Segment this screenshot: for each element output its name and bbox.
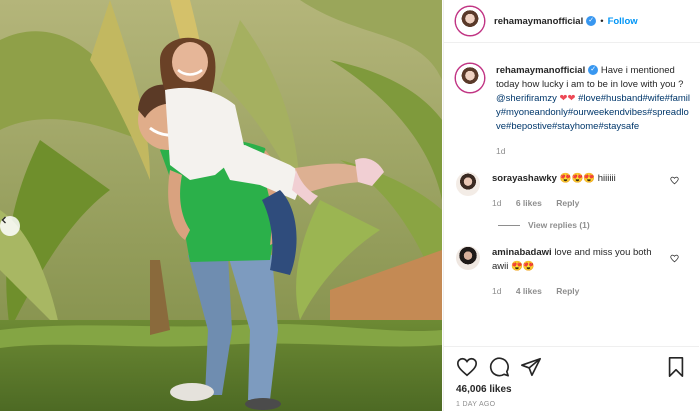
chevron-left-icon	[1, 216, 6, 224]
comment-like-heart-icon[interactable]	[670, 254, 679, 263]
caption-text: rehamaymanofficial ✓ Have i mentioned tod…	[496, 64, 692, 134]
avatar[interactable]	[456, 7, 484, 35]
comment-row: aminabadawi love and miss you both awii …	[444, 246, 699, 296]
posted-time: 1 DAY AGO	[456, 401, 496, 408]
reply-button[interactable]: Reply	[556, 198, 579, 208]
comment-text: sorayashawky 😍😍😍 hiiiiii	[492, 172, 688, 186]
caption-hearts: ❤❤	[559, 93, 576, 104]
comment-likes[interactable]: 6 likes	[516, 198, 542, 208]
comment-text: aminabadawi love and miss you both awii …	[492, 246, 652, 274]
comment-row: sorayashawky 😍😍😍 hiiiiii 1d 6 likes Repl…	[444, 172, 699, 208]
caption-username[interactable]: rehamaymanofficial	[496, 65, 585, 76]
post-photo[interactable]	[0, 0, 442, 411]
avatar[interactable]	[456, 172, 480, 196]
comment-meta: 1d 6 likes Reply	[492, 198, 688, 208]
separator-dot: •	[600, 15, 604, 27]
post-actions: 46,006 likes 1 DAY AGO	[444, 346, 699, 408]
comment-like-heart-icon[interactable]	[670, 176, 679, 185]
view-replies-button[interactable]: View replies (1)	[498, 220, 699, 230]
avatar[interactable]	[456, 246, 480, 270]
comment-age: 1d	[492, 198, 502, 208]
reply-button[interactable]: Reply	[556, 286, 579, 296]
comment-icon[interactable]	[488, 356, 510, 378]
previous-photo-button[interactable]	[0, 216, 20, 236]
follow-button[interactable]: Follow	[608, 16, 638, 27]
comment-body: 😍😍😍 hiiiiii	[559, 173, 616, 184]
comments-list[interactable]: rehamaymanofficial ✓ Have i mentioned tod…	[444, 54, 699, 346]
view-replies-divider	[498, 224, 520, 226]
verified-badge-icon: ✓	[586, 16, 597, 26]
post-side-panel: rehamaymanofficial ✓ • Follow rehamayman…	[443, 0, 700, 411]
header-username[interactable]: rehamaymanofficial	[494, 16, 583, 27]
couple-photo-illustration	[0, 0, 442, 411]
caption-age: 1d	[496, 146, 506, 156]
post-header: rehamaymanofficial ✓ • Follow	[444, 0, 700, 43]
caption: rehamaymanofficial ✓ Have i mentioned tod…	[444, 64, 699, 156]
avatar[interactable]	[456, 64, 484, 92]
heart-icon[interactable]	[456, 356, 478, 378]
action-icons	[456, 355, 687, 379]
view-replies-label: View replies (1)	[528, 220, 590, 230]
comment-age: 1d	[492, 286, 502, 296]
share-icon[interactable]	[520, 356, 542, 378]
comment-username[interactable]: aminabadawi	[492, 247, 552, 258]
comment-meta: 1d 4 likes Reply	[492, 286, 687, 296]
bookmark-icon[interactable]	[665, 356, 687, 378]
comment-likes[interactable]: 4 likes	[516, 286, 542, 296]
caption-meta: 1d	[496, 146, 692, 156]
verified-badge-icon: ✓	[588, 65, 599, 76]
caption-mention[interactable]: @sherifiramzy	[496, 93, 557, 104]
comment-username[interactable]: sorayashawky	[492, 173, 557, 184]
likes-count[interactable]: 46,006 likes	[456, 384, 687, 395]
